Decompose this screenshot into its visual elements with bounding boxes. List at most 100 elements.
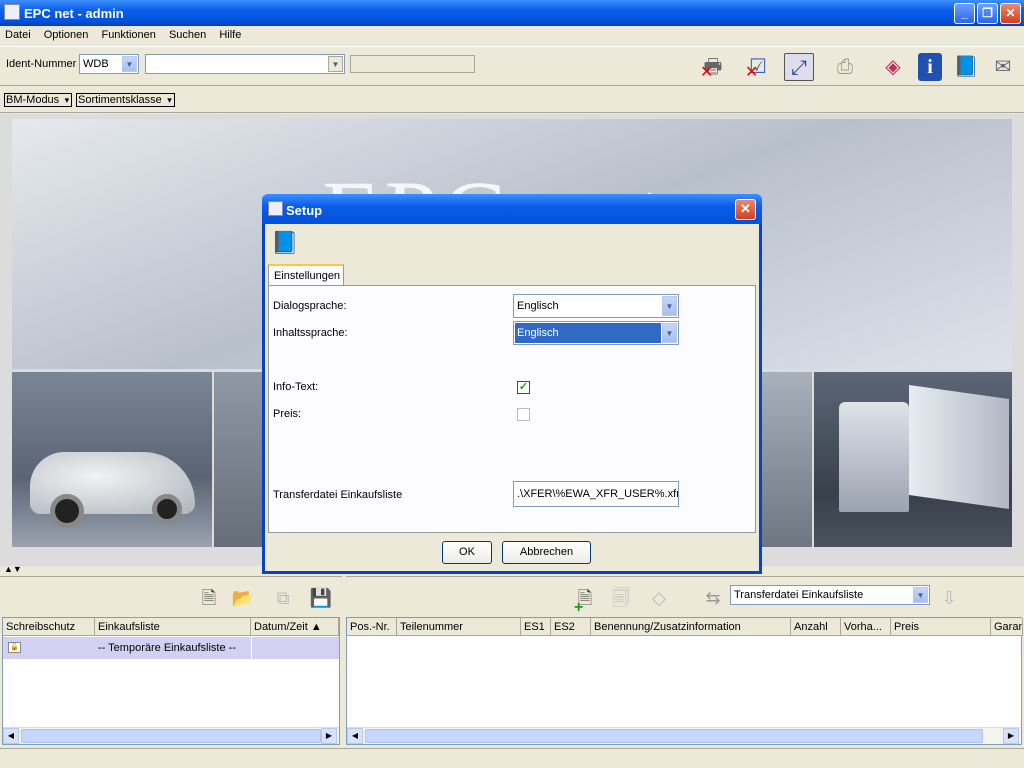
sortiment-select[interactable]: Sortimentsklasse xyxy=(76,93,175,107)
erase-part-icon[interactable]: ◇ xyxy=(646,585,672,611)
ident-prefix-select[interactable]: WDB ▼ xyxy=(79,54,139,74)
truck-photo xyxy=(814,372,1012,547)
transfer-select-value: Transferdatei Einkaufsliste xyxy=(734,589,864,601)
ident-number-input[interactable]: ▼ xyxy=(145,54,345,74)
menu-bar: Datei Optionen Funktionen Suchen Hilfe xyxy=(0,26,1024,45)
tab-einstellungen[interactable]: Einstellungen xyxy=(268,264,344,286)
col-teilenummer[interactable]: Teilenummer xyxy=(397,618,521,636)
restore-button[interactable]: ❐ xyxy=(977,3,998,24)
new-list-icon[interactable]: 🗎 xyxy=(196,585,222,611)
dialog-app-icon xyxy=(268,201,283,216)
chevron-down-icon: ▼ xyxy=(328,56,343,72)
transfer-select[interactable]: Transferdatei Einkaufsliste ▼ xyxy=(730,585,930,605)
col-pos-nr[interactable]: Pos.-Nr. xyxy=(347,618,397,636)
menu-funktionen[interactable]: Funktionen xyxy=(101,29,155,41)
email-icon[interactable]: ✉ xyxy=(988,53,1018,81)
edit-part-icon[interactable]: 🗐 xyxy=(608,585,634,611)
dialog-title: Setup xyxy=(286,203,323,218)
settings-panel: Dialogsprache: Englisch ▼ Inhaltssprache… xyxy=(268,285,756,533)
vehicle-delete-icon[interactable]: 🖶 ✕ xyxy=(698,53,728,81)
inhaltssprache-select[interactable]: Englisch ▼ xyxy=(513,321,679,345)
bm-mode-label: BM-Modus xyxy=(6,94,60,106)
chevron-down-icon: ▼ xyxy=(913,587,928,603)
shopping-lists-pane: 🗎 📂 ⧉ 💾 Schreibschutz Einkaufsliste Datu… xyxy=(0,576,342,746)
tab-einstellungen-label: Einstellungen xyxy=(274,270,341,282)
scroll-left-icon[interactable]: ◀ xyxy=(3,728,19,744)
col-preis[interactable]: Preis xyxy=(891,618,991,636)
toolbar: Ident-Nummer WDB ▼ ▼ 🖶 ✕ ☑ ✕ ⤢ ⎙ ◈ i 📘 ✉ xyxy=(0,46,1024,86)
inhaltssprache-value: Englisch xyxy=(515,323,661,343)
right-hscrollbar[interactable]: ◀ ▶ xyxy=(347,727,1021,744)
sortiment-label: Sortimentsklasse xyxy=(78,94,162,106)
left-hscrollbar[interactable]: ◀ ▶ xyxy=(3,727,339,744)
save-icon[interactable]: 💾 xyxy=(308,585,334,611)
minimize-button[interactable]: _ xyxy=(954,3,975,24)
lock-icon: 🔓 xyxy=(8,642,21,653)
col-datum-zeit-label: Datum/Zeit xyxy=(254,621,308,633)
scroll-left-icon[interactable]: ◀ xyxy=(347,728,363,744)
menu-suchen[interactable]: Suchen xyxy=(169,29,206,41)
cancel-button[interactable]: Abbrechen xyxy=(502,541,591,564)
mode-bar: BM-Modus Sortimentsklasse xyxy=(0,87,1024,113)
col-anzahl[interactable]: Anzahl xyxy=(791,618,841,636)
eraser-icon[interactable]: ◈ xyxy=(878,53,908,81)
ident-extra-field xyxy=(350,55,475,73)
open-folder-icon[interactable]: 📂 xyxy=(230,585,256,611)
app-icon xyxy=(4,4,20,20)
parts-list-pane: 🗎 + 🗐 ◇ ⇆ Transferdatei Einkaufsliste ▼ ⇩… xyxy=(346,576,1024,746)
chevron-down-icon: ▼ xyxy=(662,323,677,343)
filter-clear-icon[interactable]: ☑ ✕ xyxy=(743,53,773,81)
transfer-icon[interactable]: ⇆ xyxy=(700,585,726,611)
help-book-icon[interactable]: 📘 xyxy=(951,53,981,81)
infotext-checkbox[interactable]: ✓ xyxy=(517,381,530,394)
help-book-icon[interactable]: 📘 xyxy=(271,230,298,256)
splitter-arrows-icon[interactable]: ▲▼ xyxy=(4,564,22,574)
status-bar xyxy=(0,748,1024,768)
transfer-file-value: .\XFER\%EWA_XFR_USER%.xfr xyxy=(517,488,679,500)
dialogsprache-label: Dialogsprache: xyxy=(273,300,347,312)
scroll-right-icon[interactable]: ▶ xyxy=(321,728,337,744)
parts-grid: Pos.-Nr. Teilenummer ES1 ES2 Benennung/Z… xyxy=(346,617,1023,745)
col-garantie[interactable]: Garan xyxy=(991,618,1023,636)
bm-mode-select[interactable]: BM-Modus xyxy=(4,93,73,107)
col-schreibschutz[interactable]: Schreibschutz xyxy=(3,618,95,636)
ok-button[interactable]: OK xyxy=(442,541,492,564)
chevron-down-icon: ▼ xyxy=(122,56,137,72)
preis-checkbox[interactable] xyxy=(517,408,530,421)
dialogsprache-value: Englisch xyxy=(517,300,559,312)
copy-icon[interactable]: ⧉ xyxy=(270,585,296,611)
menu-optionen[interactable]: Optionen xyxy=(44,29,89,41)
dialog-body: 📘 Einstellungen Dialogsprache: Englisch … xyxy=(265,224,759,571)
add-part-icon[interactable]: 🗎 + xyxy=(572,585,598,616)
print-icon[interactable]: ⎙ xyxy=(830,53,860,81)
ok-button-label: OK xyxy=(459,546,475,558)
menu-hilfe[interactable]: Hilfe xyxy=(219,29,241,41)
ident-prefix-value: WDB xyxy=(83,58,109,70)
list-name-cell: -- Temporäre Einkaufsliste -- xyxy=(98,642,236,654)
dialog-close-button[interactable]: ✕ xyxy=(735,199,756,220)
col-es1[interactable]: ES1 xyxy=(521,618,551,636)
smart-car-photo xyxy=(12,372,212,547)
scroll-thumb[interactable] xyxy=(21,729,321,743)
close-button[interactable]: ✕ xyxy=(1000,3,1021,24)
dialogsprache-select[interactable]: Englisch ▼ xyxy=(513,294,679,318)
menu-datei[interactable]: Datei xyxy=(5,29,31,41)
export-icon[interactable]: ⇩ xyxy=(936,585,962,611)
scroll-thumb[interactable] xyxy=(365,729,983,743)
infotext-label: Info-Text: xyxy=(273,381,319,393)
col-vorhanden[interactable]: Vorha... xyxy=(841,618,891,636)
setup-dialog: Setup ✕ 📘 Einstellungen Dialogsprache: E… xyxy=(262,194,762,574)
col-einkaufsliste[interactable]: Einkaufsliste xyxy=(95,618,251,636)
bus-photo xyxy=(760,372,812,547)
col-es2[interactable]: ES2 xyxy=(551,618,591,636)
scroll-right-icon[interactable]: ▶ xyxy=(1003,728,1019,744)
fullscreen-icon[interactable]: ⤢ xyxy=(784,53,814,81)
col-datum-zeit[interactable]: Datum/Zeit ▲ xyxy=(251,618,339,636)
transfer-file-input[interactable]: .\XFER\%EWA_XFR_USER%.xfr xyxy=(513,481,679,507)
info-icon[interactable]: i xyxy=(918,53,942,81)
title-bar: EPC net - admin _ ❐ ✕ xyxy=(0,0,1024,26)
col-benennung[interactable]: Benennung/Zusatzinformation xyxy=(591,618,791,636)
table-row[interactable]: 🔓 -- Temporäre Einkaufsliste -- xyxy=(3,637,339,659)
preis-label: Preis: xyxy=(273,408,302,420)
cancel-button-label: Abbrechen xyxy=(519,546,574,558)
